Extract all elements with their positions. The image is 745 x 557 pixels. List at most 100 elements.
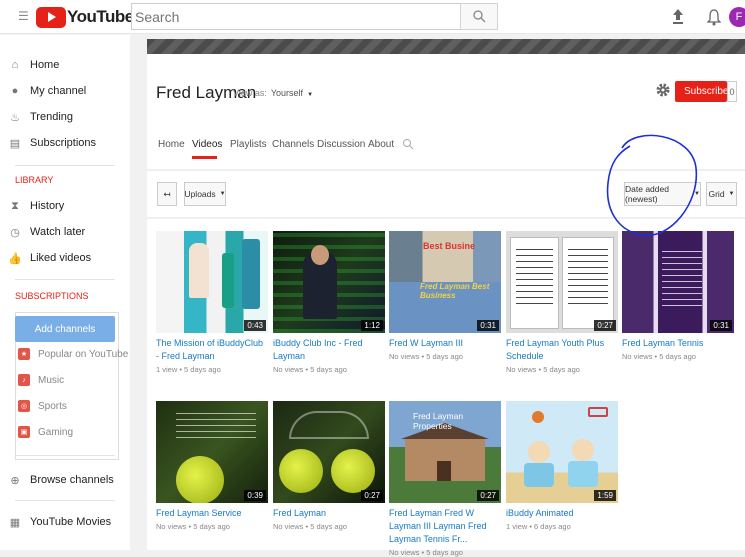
video-meta: No views • 5 days ago	[506, 365, 580, 374]
active-tab-indicator	[192, 156, 217, 159]
video-card[interactable]: 0:39 Fred Layman Service No views • 5 da…	[156, 401, 268, 531]
sidebar-item-label: Subscriptions	[30, 137, 97, 149]
video-card[interactable]: 1:12 iBuddy Club Inc - Fred Layman No vi…	[273, 231, 385, 374]
subscribe-button[interactable]: Subscribe	[675, 81, 728, 102]
video-thumbnail[interactable]: 0:31	[622, 231, 734, 333]
sidebar-item-label: Liked videos	[30, 252, 92, 264]
uploads-dropdown[interactable]: Uploads ▼	[184, 182, 226, 206]
sidebar-item-label: YouTube Movies	[30, 516, 112, 528]
divider	[15, 279, 115, 280]
sidebar-item-youtube-movies[interactable]: ▦ YouTube Movies	[0, 510, 130, 534]
video-title[interactable]: Fred Layman Youth Plus Schedule	[506, 337, 618, 363]
video-card[interactable]: Fred Layman Properties 0:27 Fred Layman …	[389, 401, 501, 557]
sidebar-item-liked-videos[interactable]: 👍 Liked videos	[0, 246, 130, 270]
sidebar-item-home[interactable]: ⌂ Home	[0, 53, 130, 77]
top-bar: ☰ YouTube IN F	[0, 0, 745, 34]
tab-about[interactable]: About	[368, 139, 394, 150]
plus-circle-icon: ⊕	[10, 474, 20, 487]
caret-down-icon: ▼	[728, 191, 735, 197]
video-thumbnail[interactable]: 0:43	[156, 231, 268, 333]
caret-down-icon: ▼	[219, 191, 226, 197]
sidebar-item-subscriptions[interactable]: ▤ Subscriptions	[0, 131, 130, 155]
search-icon[interactable]	[402, 138, 414, 150]
video-thumbnail[interactable]: 0:39	[156, 401, 268, 503]
caret-down-icon: ▼	[694, 191, 700, 197]
sidebar-item-music[interactable]: ♪ Music	[18, 369, 64, 391]
sort-label: Date added (newest)	[625, 184, 669, 204]
search-button[interactable]	[460, 3, 498, 30]
tab-discussion[interactable]: Discussion	[317, 139, 365, 150]
ball-icon: ◎	[18, 400, 30, 412]
video-thumbnail[interactable]: Best Busine Fred Layman Best Business 0:…	[389, 231, 501, 333]
video-card[interactable]: Best Busine Fred Layman Best Business 0:…	[389, 231, 501, 361]
divider	[15, 500, 115, 501]
sidebar-item-gaming[interactable]: ▣ Gaming	[18, 421, 73, 443]
thumb-overlay-text: Fred Layman Best Business	[420, 282, 490, 300]
tab-home[interactable]: Home	[158, 139, 185, 150]
tab-videos[interactable]: Videos	[192, 139, 222, 150]
video-thumbnail[interactable]: 0:27	[506, 231, 618, 333]
divider	[15, 165, 115, 166]
video-thumbnail[interactable]: Fred Layman Properties 0:27	[389, 401, 501, 503]
video-duration: 0:27	[361, 490, 383, 501]
video-title[interactable]: Fred W Layman III	[389, 337, 501, 350]
sidebar-item-label: Gaming	[38, 426, 74, 438]
sidebar-item-trending[interactable]: ♨ Trending	[0, 105, 130, 129]
sidebar-item-browse-channels[interactable]: ⊕ Browse channels	[0, 468, 130, 492]
sidebar-item-my-channel[interactable]: ● My channel	[0, 79, 130, 103]
uploads-label: Uploads	[184, 189, 216, 199]
video-thumbnail[interactable]: 1:12	[273, 231, 385, 333]
video-duration: 0:27	[594, 320, 616, 331]
video-title[interactable]: Fred Layman	[273, 507, 385, 520]
video-duration: 0:39	[244, 490, 266, 501]
sidebar-item-label: Sports	[38, 400, 67, 412]
gear-icon[interactable]	[655, 82, 671, 98]
video-meta: No views • 5 days ago	[389, 548, 463, 557]
thumbs-up-icon: 👍	[8, 252, 22, 265]
video-meta: 1 view • 6 days ago	[506, 522, 571, 531]
bell-icon[interactable]	[707, 8, 721, 26]
video-meta: No views • 5 days ago	[273, 365, 347, 374]
upload-icon[interactable]	[671, 8, 685, 26]
film-icon: ▦	[9, 516, 21, 529]
menu-icon[interactable]: ☰	[18, 10, 29, 22]
flame-icon: ♨	[10, 111, 20, 124]
back-button[interactable]: ↤	[157, 182, 177, 206]
video-card[interactable]: 0:43 The Mission of iBuddyClub - Fred La…	[156, 231, 268, 374]
sidebar-item-label: Music	[38, 374, 65, 386]
caret-down-icon: ▼	[307, 92, 314, 98]
video-thumbnail[interactable]: 0:27	[273, 401, 385, 503]
search-icon	[472, 10, 485, 23]
add-channels-button[interactable]: Add channels	[15, 316, 115, 342]
video-title[interactable]: The Mission of iBuddyClub - Fred Layman	[156, 337, 268, 363]
video-title[interactable]: Fred Layman Tennis	[622, 337, 734, 350]
video-title[interactable]: Fred Layman Service	[156, 507, 268, 520]
youtube-logo[interactable]: YouTube IN	[36, 5, 142, 29]
video-card[interactable]: 1:59 iBuddy Animated 1 view • 6 days ago	[506, 401, 618, 531]
view-dropdown[interactable]: Grid ▼	[706, 182, 737, 206]
avatar[interactable]: F	[729, 7, 745, 27]
sidebar-item-popular[interactable]: ★ Popular on YouTube	[18, 343, 128, 365]
tab-channels[interactable]: Channels	[272, 139, 314, 150]
search-box[interactable]	[131, 3, 461, 30]
sidebar-item-sports[interactable]: ◎ Sports	[18, 395, 67, 417]
clock-icon: ◷	[10, 226, 20, 239]
video-title[interactable]: iBuddy Club Inc - Fred Layman	[273, 337, 385, 363]
video-card[interactable]: 0:27 Fred Layman Youth Plus Schedule No …	[506, 231, 618, 374]
search-input[interactable]	[132, 4, 460, 29]
view-as[interactable]: View as: Yourself ▼	[233, 88, 313, 98]
video-duration: 0:31	[477, 320, 499, 331]
video-card[interactable]: 0:31 Fred Layman Tennis No views • 5 day…	[622, 231, 734, 361]
tab-playlists[interactable]: Playlists	[230, 139, 267, 150]
video-thumbnail[interactable]: 1:59	[506, 401, 618, 503]
sidebar-item-history[interactable]: ⧗ History	[0, 194, 130, 218]
video-card[interactable]: 0:27 Fred Layman No views • 5 days ago	[273, 401, 385, 531]
divider	[15, 455, 115, 456]
sidebar-item-watch-later[interactable]: ◷ Watch later	[0, 220, 130, 244]
star-icon: ★	[18, 348, 30, 360]
subscriber-count: 0	[727, 81, 737, 102]
sort-dropdown[interactable]: Date added (newest) ▼	[624, 182, 701, 206]
video-title[interactable]: Fred Layman Fred W Layman III Layman Fre…	[389, 507, 501, 546]
video-meta: No views • 5 days ago	[273, 522, 347, 531]
video-title[interactable]: iBuddy Animated	[506, 507, 618, 520]
